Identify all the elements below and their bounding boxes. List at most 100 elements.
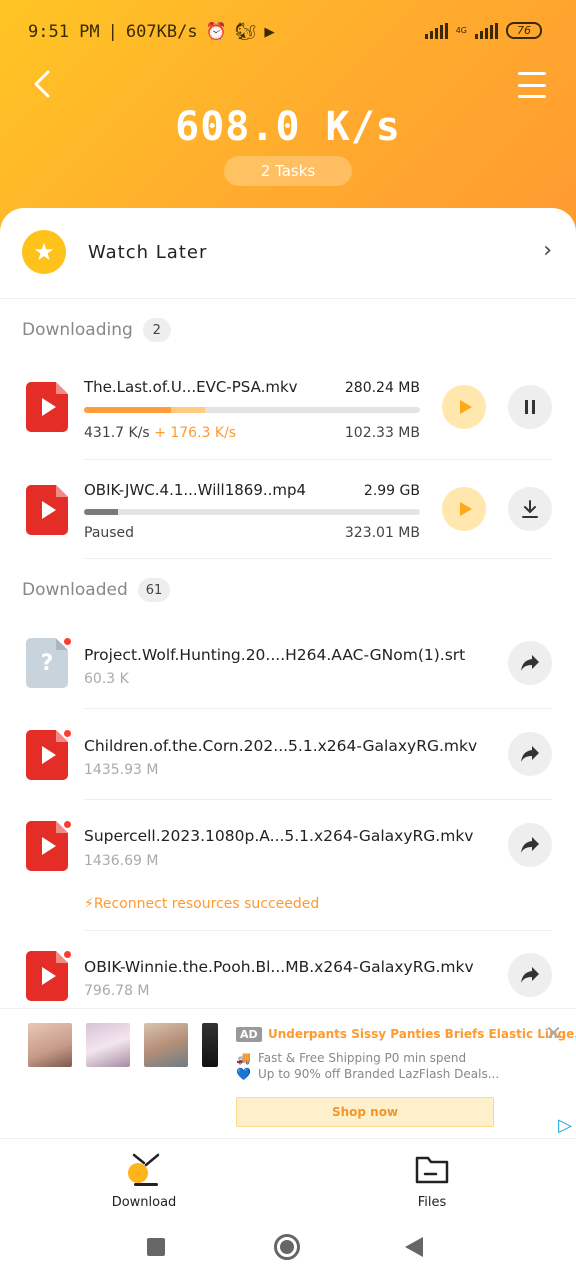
close-icon[interactable]: ✕ xyxy=(545,1021,562,1045)
youtube-icon: ▶ xyxy=(264,22,275,42)
download-name: The.Last.of.U...EVC-PSA.mkv xyxy=(84,378,298,396)
heart-icon: 💙 xyxy=(236,1067,251,1081)
pause-button[interactable] xyxy=(508,385,552,429)
downloaded-count: 61 xyxy=(137,578,171,602)
battery-level: 76 xyxy=(517,24,531,37)
ad-image[interactable] xyxy=(202,1023,218,1067)
download-boost-speed: + 176.3 K/s xyxy=(154,425,237,441)
signal-icon xyxy=(424,22,448,39)
share-button[interactable] xyxy=(508,641,552,685)
download-speed-value: 431.7 K/s xyxy=(84,425,150,441)
downloaded-name: Project.Wolf.Hunting.20....H264.AAC-GNom… xyxy=(84,646,466,664)
nav-files-label: Files xyxy=(417,1195,447,1210)
download-status: Paused xyxy=(84,525,135,541)
video-file-icon xyxy=(26,485,68,535)
ad-image[interactable] xyxy=(144,1023,188,1067)
chevron-left-icon xyxy=(34,70,50,98)
system-nav-bar xyxy=(0,1212,576,1280)
video-file-icon xyxy=(26,821,68,871)
star-icon: ★ xyxy=(22,230,66,274)
alarm-icon: ⏰ xyxy=(205,22,227,42)
total-speed: 608.0 K/s xyxy=(175,104,401,150)
download-progress-bar xyxy=(84,509,420,515)
video-file-icon xyxy=(26,951,68,1001)
new-dot xyxy=(64,951,71,958)
share-button[interactable] xyxy=(508,732,552,776)
download-progress-bar xyxy=(84,407,420,413)
home-icon[interactable] xyxy=(274,1234,300,1260)
resume-download-button[interactable] xyxy=(508,487,552,531)
ad-image[interactable] xyxy=(28,1023,72,1067)
download-total-size: 280.24 MB xyxy=(344,380,420,396)
share-button[interactable] xyxy=(508,953,552,997)
ad-choices-icon[interactable]: ▷ xyxy=(558,1115,572,1136)
new-dot xyxy=(64,821,71,828)
folder-icon xyxy=(415,1156,449,1184)
share-button[interactable] xyxy=(508,823,552,867)
unknown-file-icon: ? xyxy=(26,638,68,688)
chevron-right-icon: › xyxy=(543,238,552,263)
downloading-header: Downloading 2 xyxy=(22,318,171,342)
divider xyxy=(84,930,552,931)
nav-download[interactable]: Download xyxy=(84,1149,204,1210)
ad-line-1: Fast & Free Shipping P0 min spend xyxy=(258,1051,467,1065)
ad-line-2: Up to 90% off Branded LazFlash Deals... xyxy=(258,1067,500,1081)
menu-icon[interactable] xyxy=(518,72,546,98)
nav-download-label: Download xyxy=(111,1195,177,1210)
status-bar: 9:51 PM | 607KB/s ⏰ 🐿 ▶ 4G 76 xyxy=(0,0,576,64)
tasks-badge[interactable]: 2 Tasks xyxy=(224,156,352,186)
pause-icon xyxy=(525,400,535,414)
downloaded-size: 1436.69 M xyxy=(84,853,159,869)
main-sheet: ★ Watch Later › Downloading 2 The.Last.o… xyxy=(0,208,576,1138)
downloaded-size: 796.78 M xyxy=(84,983,150,999)
battery-icon: 76 xyxy=(506,22,542,39)
download-tab-icon xyxy=(128,1153,160,1186)
ad-banner[interactable]: AD Underpants Sissy Panties Briefs Elast… xyxy=(0,1008,576,1138)
video-file-icon xyxy=(26,382,68,432)
downloaded-size: 60.3 K xyxy=(84,671,129,687)
downloading-count: 2 xyxy=(142,318,171,342)
downloaded-size: 1435.93 M xyxy=(84,762,159,778)
share-icon xyxy=(521,655,539,671)
new-dot xyxy=(64,730,71,737)
status-time: 9:51 PM xyxy=(28,22,100,42)
play-button[interactable] xyxy=(442,487,486,531)
downloaded-name: Supercell.2023.1080p.A...5.1.x264-Galaxy… xyxy=(84,827,474,845)
downloaded-name: Children.of.the.Corn.202...5.1.x264-Gala… xyxy=(84,737,478,755)
signal-icon-2 xyxy=(475,22,498,39)
downloaded-name: OBIK-Winnie.the.Pooh.Bl...MB.x264-Galaxy… xyxy=(84,958,474,976)
video-file-icon xyxy=(26,730,68,780)
shop-now-button[interactable]: Shop now xyxy=(236,1097,494,1127)
ad-badge: AD xyxy=(236,1027,262,1042)
download-speed: 431.7 K/s + 176.3 K/s xyxy=(84,425,236,441)
download-icon xyxy=(522,500,538,518)
nav-files[interactable]: Files xyxy=(372,1149,492,1210)
share-icon xyxy=(521,746,539,762)
recents-icon[interactable] xyxy=(147,1238,165,1256)
squirrel-icon: 🐿 xyxy=(234,22,257,42)
download-name: OBIK-JWC.4.1...Will1869..mp4 xyxy=(84,481,307,499)
divider xyxy=(0,298,576,299)
download-total-size: 2.99 GB xyxy=(363,483,420,499)
truck-icon: 🚚 xyxy=(236,1051,251,1065)
system-back-icon[interactable] xyxy=(405,1237,423,1257)
ad-title[interactable]: Underpants Sissy Panties Briefs Elastic … xyxy=(268,1027,576,1041)
play-button[interactable] xyxy=(442,385,486,429)
watch-later-label: Watch Later xyxy=(88,242,208,263)
share-icon xyxy=(521,967,539,983)
share-icon xyxy=(521,837,539,853)
divider xyxy=(84,799,552,800)
network-type: 4G xyxy=(455,26,467,35)
divider xyxy=(84,558,552,559)
header: 9:51 PM | 607KB/s ⏰ 🐿 ▶ 4G 76 608.0 K/s … xyxy=(0,0,576,240)
download-downloaded-size: 323.01 MB xyxy=(344,525,420,541)
download-downloaded-size: 102.33 MB xyxy=(344,425,420,441)
back-button[interactable] xyxy=(22,64,62,104)
ad-image[interactable] xyxy=(86,1023,130,1067)
downloaded-header: Downloaded 61 xyxy=(22,578,171,602)
play-icon xyxy=(459,502,472,516)
watch-later-row[interactable]: ★ Watch Later › xyxy=(0,208,576,298)
divider xyxy=(84,708,552,709)
new-dot xyxy=(64,638,71,645)
bottom-nav: Download Files xyxy=(0,1138,576,1212)
